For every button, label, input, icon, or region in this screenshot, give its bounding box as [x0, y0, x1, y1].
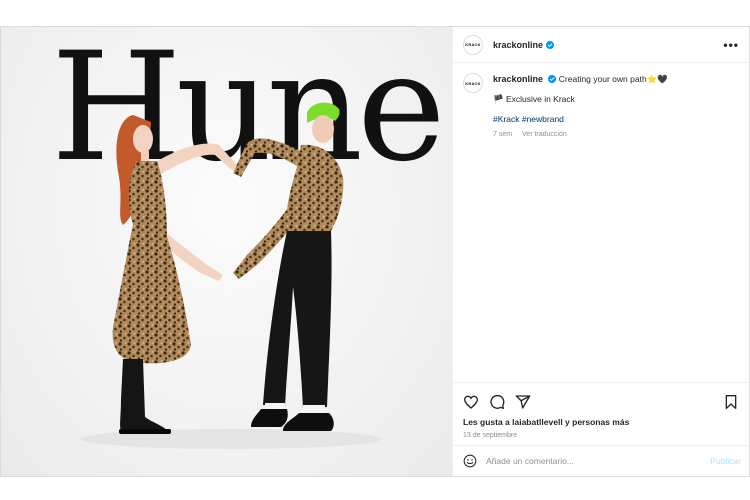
- emoji-icon[interactable]: [463, 454, 477, 468]
- caption-body: krackonline Creating your own path⭐🖤 🏴 E…: [493, 73, 668, 141]
- caption-row: KRACK krackonline Creating your own path…: [463, 73, 739, 141]
- caption-username[interactable]: krackonline: [493, 74, 543, 84]
- publish-button[interactable]: Publicar: [710, 456, 741, 466]
- woman-figure: [112, 115, 237, 434]
- post-image[interactable]: Hune: [1, 27, 453, 476]
- caption-avatar[interactable]: KRACK: [463, 73, 483, 93]
- comment-input[interactable]: [486, 456, 711, 466]
- post-date[interactable]: 13 de septiembre: [463, 432, 739, 439]
- post-header: KRACK krackonline •••: [453, 27, 749, 63]
- verified-badge-icon: [546, 40, 555, 49]
- caption-text: Creating your own path⭐🖤: [558, 74, 668, 84]
- comment-icon[interactable]: [489, 394, 505, 410]
- caption-hashtags: #Krack #newbrand: [493, 113, 668, 125]
- verified-badge-icon: [548, 75, 557, 83]
- account-username[interactable]: krackonline: [493, 40, 543, 50]
- hashtag-link[interactable]: #newbrand: [522, 114, 564, 124]
- heart-icon[interactable]: [463, 394, 479, 410]
- comment-bar: Publicar: [453, 445, 749, 476]
- caption-meta: 7 sem Ver traducción: [493, 129, 668, 141]
- bookmark-icon[interactable]: [723, 394, 739, 410]
- share-icon[interactable]: [515, 394, 531, 410]
- caption-time[interactable]: 7 sem: [493, 131, 512, 138]
- account-avatar[interactable]: KRACK: [463, 34, 483, 55]
- likes-summary[interactable]: Les gusta a laiabatllevell y personas má…: [463, 417, 739, 427]
- models-illustration: [81, 102, 381, 449]
- post-actions: Les gusta a laiabatllevell y personas má…: [453, 382, 749, 445]
- hashtag-link[interactable]: #Krack: [493, 114, 519, 124]
- man-figure: [233, 102, 344, 431]
- post-modal: Hune KRACK krackonline ••• KRACK krackon…: [0, 26, 750, 477]
- post-sidebar: KRACK krackonline ••• KRACK krackonline: [453, 27, 749, 476]
- action-icons: [463, 389, 739, 415]
- caption-area: KRACK krackonline Creating your own path…: [453, 63, 749, 382]
- caption-line-exclusive: 🏴 Exclusive in Krack: [493, 94, 575, 104]
- more-options-button[interactable]: •••: [723, 39, 739, 51]
- see-translation-link[interactable]: Ver traducción: [522, 131, 567, 138]
